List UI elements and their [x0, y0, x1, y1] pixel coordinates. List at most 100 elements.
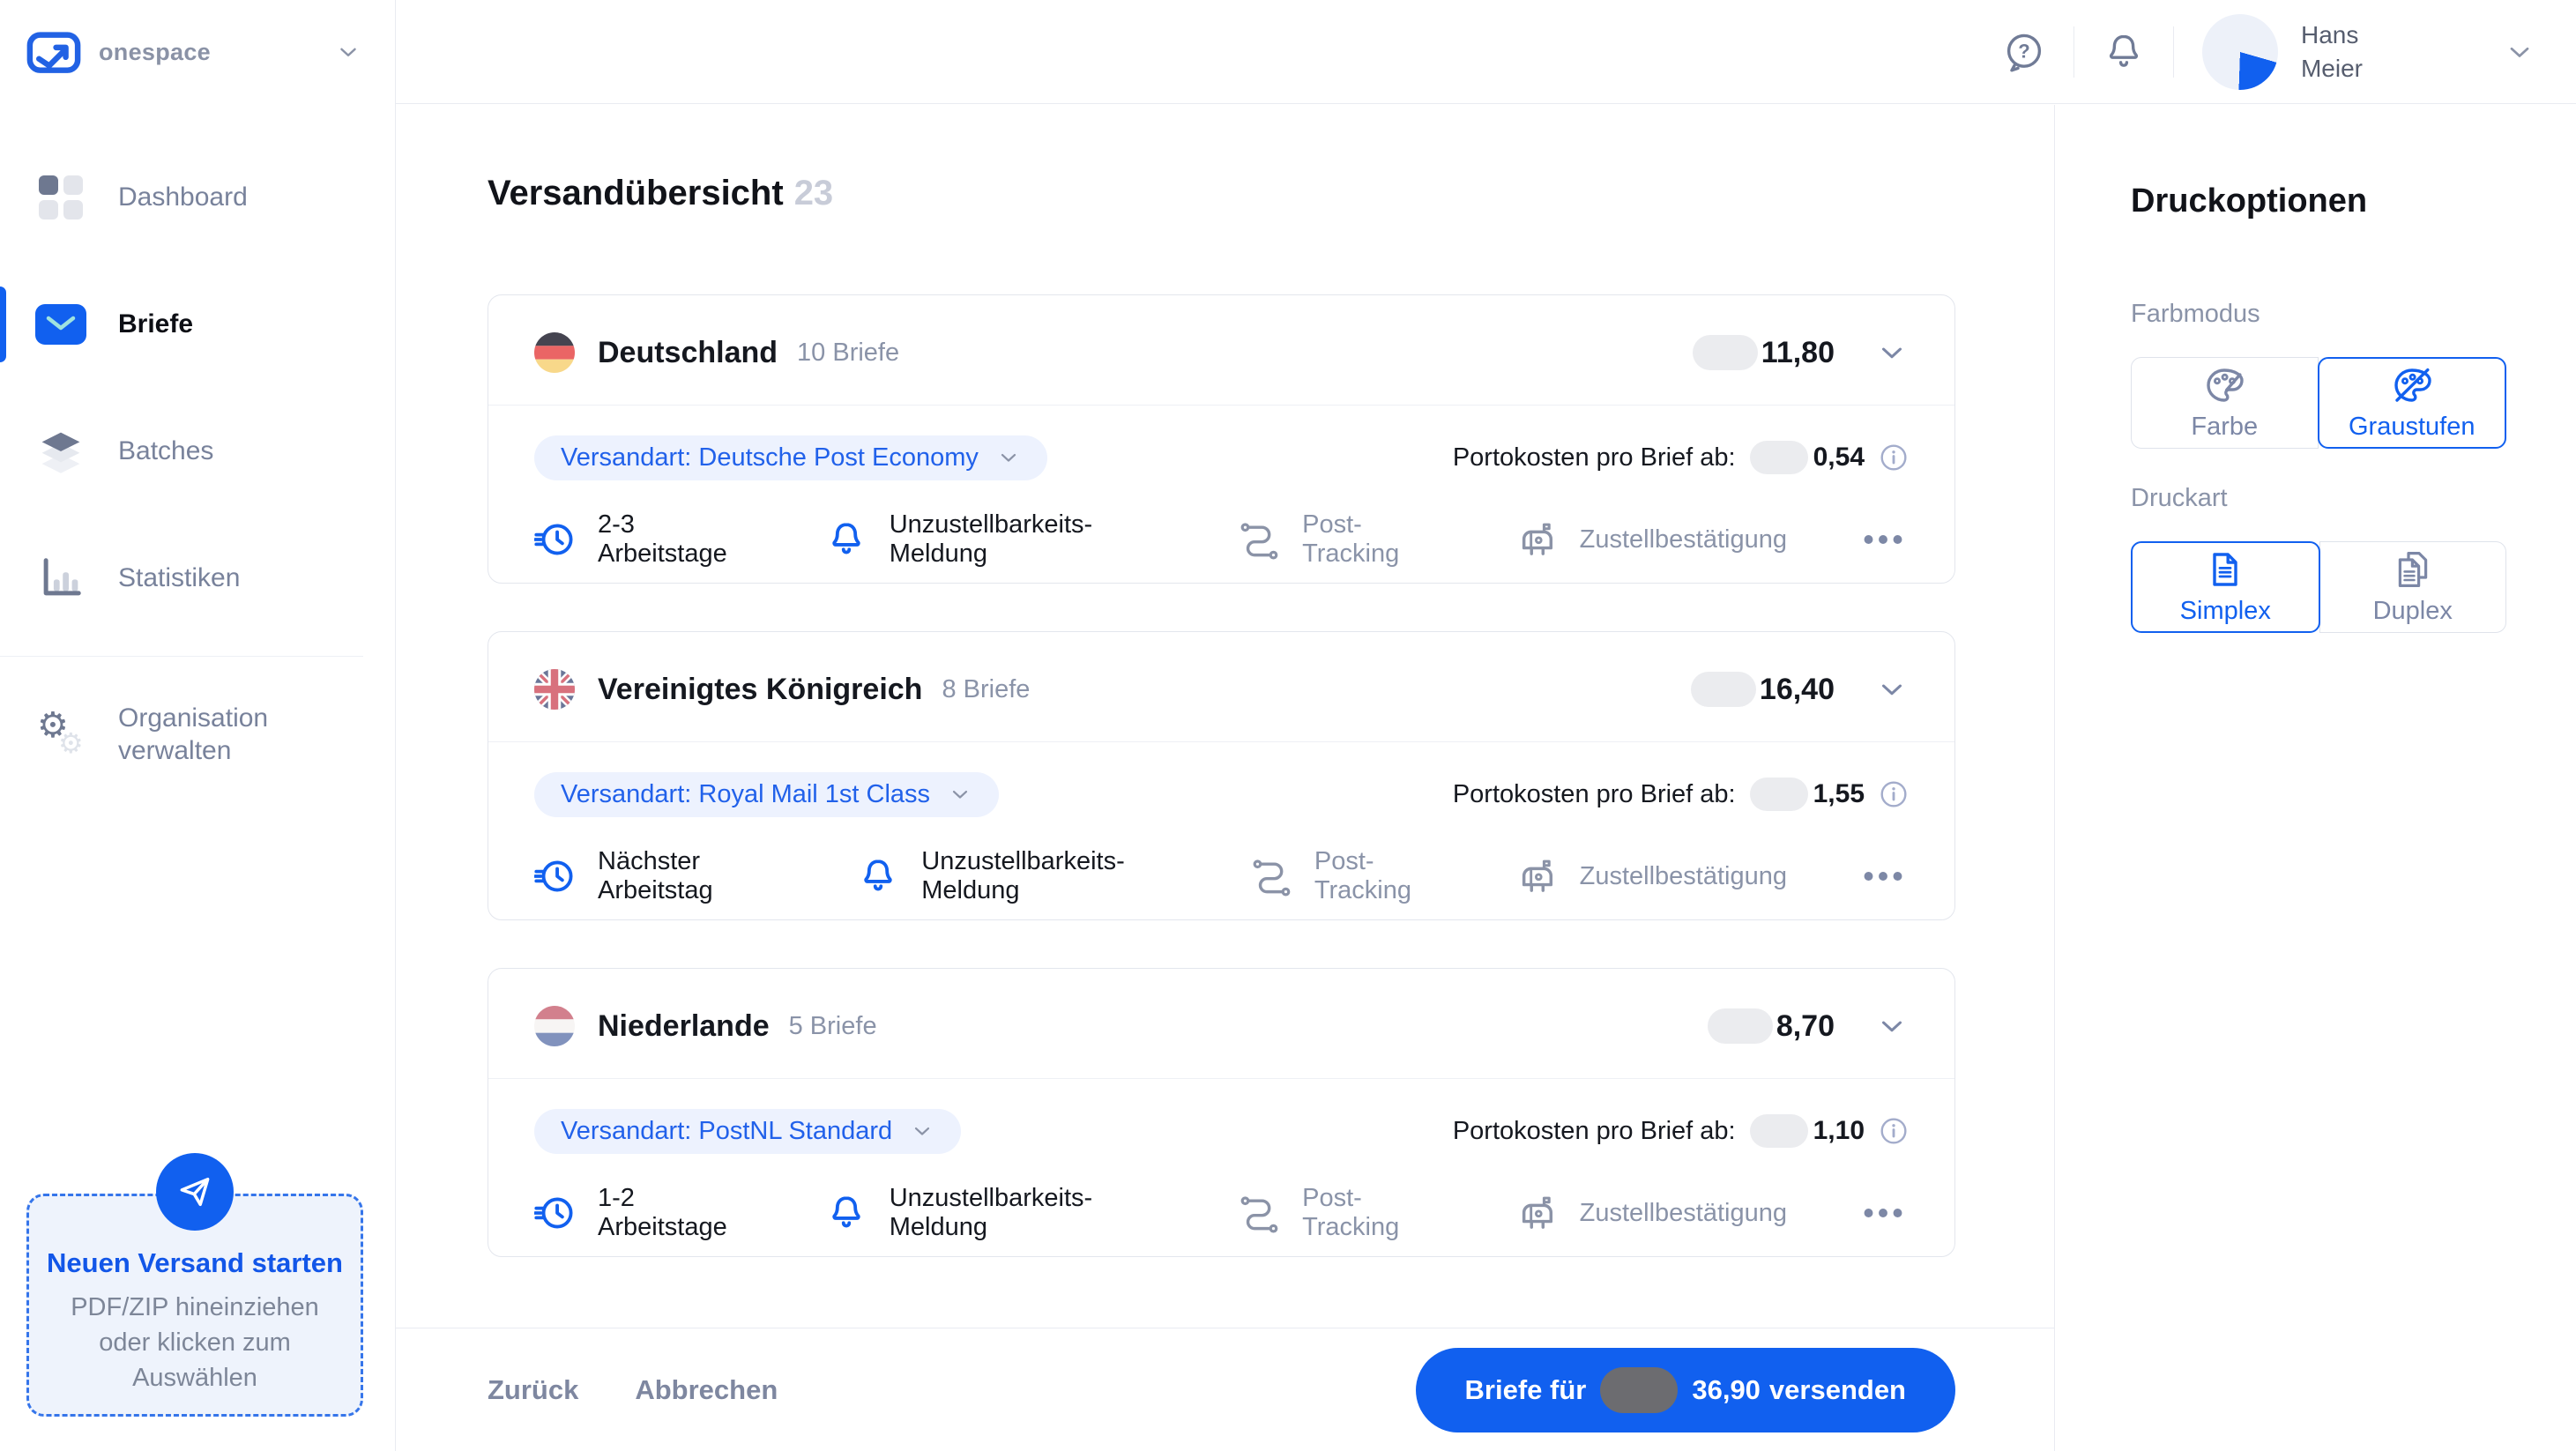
- letters-count: 10 Briefe: [797, 339, 899, 368]
- undeliverable-notice-icon: [826, 519, 867, 560]
- collapse-chevron-icon[interactable]: [1875, 673, 1909, 706]
- send-letters-button[interactable]: Briefe für 36,90 versenden: [1416, 1348, 1955, 1432]
- postage-label: Portokosten pro Brief ab:: [1453, 780, 1736, 809]
- postage-label: Portokosten pro Brief ab:: [1453, 1117, 1736, 1146]
- collapse-chevron-icon[interactable]: [1875, 1009, 1909, 1043]
- feature-label: 2-3 Arbeitstage: [598, 510, 756, 569]
- color-mode-option-label: Graustufen: [2349, 413, 2475, 442]
- back-button[interactable]: Zurück: [488, 1374, 578, 1406]
- postage-info: Portokosten pro Brief ab: 1,55: [1453, 778, 1909, 811]
- shipping-method-dropdown[interactable]: Versandart: Deutsche Post Economy: [534, 435, 1047, 480]
- shipping-row: Versandart: Royal Mail 1st Class Portoko…: [534, 770, 1909, 818]
- print-type-option-label: Simplex: [2180, 597, 2271, 626]
- shipping-method-dropdown[interactable]: Versandart: Royal Mail 1st Class: [534, 772, 999, 817]
- feature-delivery-confirmation: Zustellbestätigung: [1516, 856, 1787, 897]
- color-mode-farbe-button[interactable]: Farbe: [2131, 357, 2319, 449]
- feature-undeliverable-notice: Unzustellbarkeits-Meldung: [826, 510, 1168, 569]
- features-row: 1-2 ArbeitstageUnzustellbarkeits-Meldung…: [534, 1194, 1909, 1232]
- user-menu-chevron-icon[interactable]: [2504, 36, 2535, 68]
- feature-label: Nächster Arbeitstag: [598, 847, 787, 905]
- info-icon[interactable]: [1879, 443, 1909, 473]
- app-root: onespace Dashboard: [0, 0, 2576, 1451]
- shipping-method-dropdown[interactable]: Versandart: PostNL Standard: [534, 1109, 961, 1154]
- features-row: Nächster ArbeitstagUnzustellbarkeits-Mel…: [534, 857, 1909, 896]
- new-shipment-dropzone[interactable]: Neuen Versand starten PDF/ZIP hineinzieh…: [26, 1194, 363, 1417]
- main-content: Versandübersicht23 Deutschland 10 Briefe…: [396, 105, 2054, 1451]
- redacted-currency-pill: [1693, 335, 1758, 370]
- color-mode-graustufen-button[interactable]: Graustufen: [2318, 357, 2507, 449]
- sidebar-item-dashboard[interactable]: Dashboard: [0, 148, 395, 247]
- user-avatar[interactable]: [2202, 14, 2278, 90]
- topbar: ? Hans Meier: [396, 0, 2576, 104]
- more-options-button[interactable]: [1858, 520, 1909, 559]
- cancel-button[interactable]: Abbrechen: [635, 1374, 778, 1406]
- shipping-method-label: Versandart: Royal Mail 1st Class: [561, 780, 930, 809]
- postage-label: Portokosten pro Brief ab:: [1453, 443, 1736, 473]
- help-button[interactable]: ?: [2003, 31, 2045, 73]
- gears-icon: ⚙⚙: [35, 706, 86, 763]
- more-options-button[interactable]: [1858, 857, 1909, 896]
- info-icon[interactable]: [1879, 1116, 1909, 1146]
- country-card-header: Vereinigtes Königreich 8 Briefe 16,40: [534, 669, 1909, 710]
- feature-label: Unzustellbarkeits-Meldung: [890, 510, 1168, 569]
- country-card: Vereinigtes Königreich 8 Briefe 16,40 Ve…: [488, 631, 1955, 920]
- color-mode-label: Farbmodus: [2131, 300, 2576, 329]
- country-total-price: 11,80: [1761, 336, 1835, 370]
- letters-count: 8 Briefe: [942, 675, 1030, 704]
- sidebar-divider: [0, 656, 363, 657]
- print-type-simplex-button[interactable]: Simplex: [2131, 541, 2320, 633]
- sidebar-item-statistiken[interactable]: Statistiken: [0, 529, 395, 628]
- sidebar-item-batches[interactable]: Batches: [0, 402, 395, 501]
- feature-label: Zustellbestätigung: [1580, 525, 1787, 554]
- svg-text:?: ?: [2018, 40, 2029, 62]
- card-divider: [488, 1078, 1954, 1079]
- country-flag-icon-uk: [534, 669, 575, 710]
- shipping-row: Versandart: Deutsche Post Economy Portok…: [534, 434, 1909, 481]
- topbar-separator: [2173, 26, 2174, 78]
- country-card: Deutschland 10 Briefe 11,80 Versandart: …: [488, 294, 1955, 584]
- sidebar-item-briefe[interactable]: Briefe: [0, 275, 395, 374]
- sidebar-item-label: Organisation verwalten: [118, 702, 303, 768]
- features-row: 2-3 ArbeitstageUnzustellbarkeits-Meldung…: [534, 520, 1909, 559]
- user-name[interactable]: Hans Meier: [2301, 19, 2363, 86]
- more-options-button[interactable]: [1858, 1194, 1909, 1232]
- feature-delivery-confirmation: Zustellbestätigung: [1516, 1193, 1787, 1233]
- postage-value: 1,10: [1813, 1116, 1865, 1146]
- chevron-down-icon: [948, 782, 972, 807]
- info-icon[interactable]: [1879, 779, 1909, 809]
- redacted-currency-pill: [1708, 1008, 1773, 1044]
- redacted-currency-pill: [1691, 672, 1756, 707]
- country-card-header: Niederlande 5 Briefe 8,70: [534, 1006, 1909, 1046]
- country-card: Niederlande 5 Briefe 8,70 Versandart: Po…: [488, 968, 1955, 1257]
- redacted-currency-pill: [1600, 1367, 1678, 1413]
- palette-slash-icon: [2391, 364, 2433, 406]
- brand-switcher[interactable]: onespace: [0, 0, 395, 104]
- submit-prefix: Briefe für: [1465, 1374, 1587, 1406]
- dropzone-subtitle: PDF/ZIP hineinziehen oder klicken zum Au…: [48, 1290, 341, 1395]
- redacted-currency-pill: [1750, 778, 1808, 811]
- country-name: Vereinigtes Königreich: [598, 673, 922, 707]
- feature-post-tracking: Post-Tracking: [1239, 510, 1446, 569]
- redacted-currency-pill: [1750, 441, 1808, 474]
- print-type-duplex-button[interactable]: Duplex: [2319, 541, 2507, 633]
- shipping-method-label: Versandart: Deutsche Post Economy: [561, 443, 979, 473]
- submit-amount: 36,90: [1692, 1374, 1761, 1406]
- post-tracking-icon: [1239, 519, 1279, 560]
- post-tracking-icon: [1251, 856, 1292, 897]
- country-total-price: 8,70: [1776, 1009, 1835, 1044]
- shipping-method-label: Versandart: PostNL Standard: [561, 1117, 892, 1146]
- feature-undeliverable-notice: Unzustellbarkeits-Meldung: [826, 1184, 1168, 1242]
- postage-value: 1,55: [1813, 779, 1865, 809]
- feature-undeliverable-notice: Unzustellbarkeits-Meldung: [858, 847, 1180, 905]
- feature-label: Unzustellbarkeits-Meldung: [921, 847, 1180, 905]
- card-divider: [488, 405, 1954, 406]
- delivery-time-icon: [534, 519, 575, 560]
- feature-delivery-time: Nächster Arbeitstag: [534, 847, 787, 905]
- mail-icon: [35, 304, 86, 345]
- delivery-confirmation-icon: [1516, 1193, 1557, 1233]
- notifications-bell-button[interactable]: [2103, 31, 2145, 73]
- collapse-chevron-icon[interactable]: [1875, 336, 1909, 369]
- feature-post-tracking: Post-Tracking: [1251, 847, 1446, 905]
- sidebar-item-organisation[interactable]: ⚙⚙ Organisation verwalten: [0, 685, 395, 784]
- delivery-time-icon: [534, 1193, 575, 1233]
